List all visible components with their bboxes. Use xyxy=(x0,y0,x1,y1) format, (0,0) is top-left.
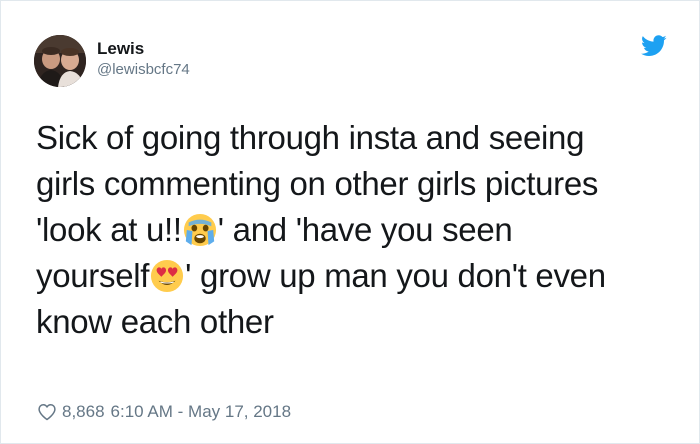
tweet-line: yourself ' grow up man you don't even xyxy=(36,253,676,299)
profile-photo-icon xyxy=(34,35,86,87)
tweet-line-segment: yourself xyxy=(36,257,150,294)
heart-eyes-emoji-icon xyxy=(151,259,184,293)
tweet-meta: 8,868 6:10 AM - May 17, 2018 xyxy=(37,399,291,425)
crying-face-emoji-icon xyxy=(183,213,216,247)
tweet-line: Sick of going through insta and seeing xyxy=(36,119,585,156)
tweet-timestamp[interactable]: 6:10 AM - May 17, 2018 xyxy=(111,402,292,422)
tweet-line: 'look at u!! ' and 'have you seen xyxy=(36,207,676,253)
tweet-card: Lewis @lewisbcfc74 Sick of going through… xyxy=(0,0,700,444)
twitter-bird-icon[interactable] xyxy=(641,35,667,57)
author-display-name[interactable]: Lewis xyxy=(97,39,144,59)
tweet-line-segment: ' and 'have you seen xyxy=(217,211,513,248)
avatar[interactable] xyxy=(34,35,86,87)
tweet-line: know each other xyxy=(36,303,274,340)
tweet-text: Sick of going through insta and seeing g… xyxy=(36,115,676,345)
author-handle[interactable]: @lewisbcfc74 xyxy=(97,61,190,79)
like-count[interactable]: 8,868 xyxy=(62,402,105,422)
tweet-line-segment: 'look at u!! xyxy=(36,211,182,248)
heart-icon[interactable] xyxy=(37,402,57,422)
tweet-line: girls commenting on other girls pictures xyxy=(36,165,599,202)
tweet-line-segment: ' grow up man you don't even xyxy=(185,257,606,294)
